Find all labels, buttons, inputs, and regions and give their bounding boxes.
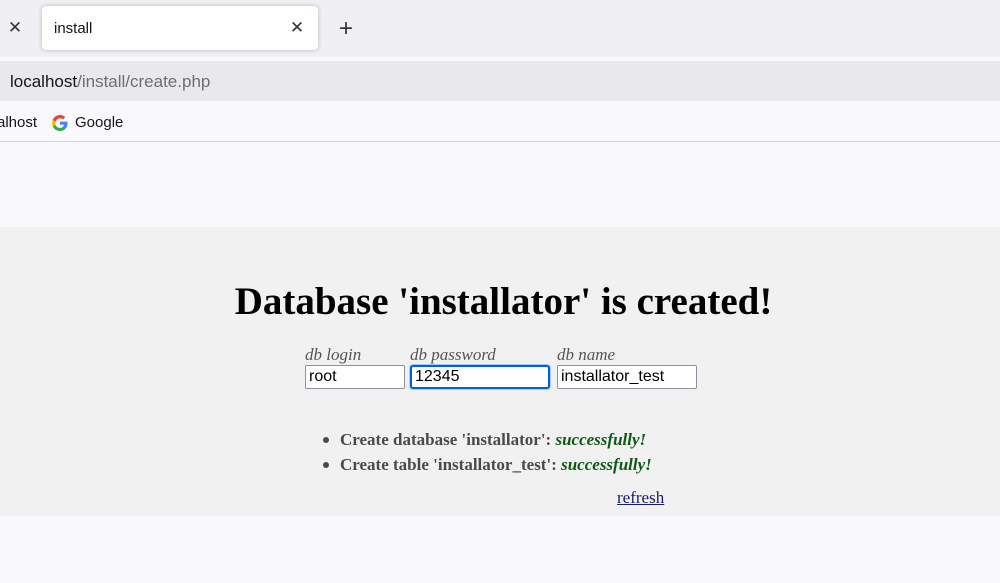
url-host: localhost — [10, 72, 78, 91]
result-status: successfully! — [561, 455, 652, 474]
refresh-link[interactable]: refresh — [617, 488, 664, 508]
install-panel: Database 'installator' is created! db lo… — [0, 227, 1000, 516]
bookmark-google[interactable]: Google — [52, 114, 123, 131]
result-status: successfully! — [555, 430, 647, 449]
bookmark-label: alhost — [0, 114, 38, 131]
result-text: Create table 'installator_test': — [340, 455, 557, 474]
results-list: Create database 'installator': successfu… — [323, 429, 652, 479]
url-text: localhost/install/create.php — [10, 72, 210, 92]
page-title: Database 'installator' is created! — [234, 280, 773, 323]
new-tab-icon[interactable]: + — [335, 17, 357, 41]
result-text: Create database 'installator': — [340, 430, 552, 449]
close-icon[interactable]: ✕ — [6, 19, 24, 37]
bookmark-localhost[interactable]: alhost — [0, 114, 37, 131]
navigation-bar: localhost/install/create.php — [0, 57, 1000, 105]
tab-strip: ✕ install ✕ + — [0, 0, 1000, 57]
db-login-field: db login — [305, 345, 405, 389]
list-item: Create table 'installator_test': success… — [323, 454, 652, 479]
page-viewport: Database 'installator' is created! db lo… — [0, 142, 1000, 583]
tab-title: install — [54, 20, 93, 37]
db-password-label: db password — [410, 345, 496, 364]
close-tab-icon[interactable]: ✕ — [288, 19, 306, 37]
db-name-label: db name — [557, 345, 616, 364]
address-bar[interactable]: localhost/install/create.php — [0, 61, 1000, 101]
bookmark-label: Google — [75, 114, 124, 131]
db-login-input[interactable] — [305, 365, 405, 389]
db-name-input[interactable] — [557, 365, 697, 389]
tab-install[interactable]: install ✕ — [42, 6, 318, 50]
google-icon — [52, 114, 68, 131]
db-password-field: db password — [410, 345, 550, 389]
db-password-input[interactable] — [410, 365, 550, 389]
bullet-icon — [323, 462, 329, 468]
bookmarks-toolbar: alhost Google — [0, 105, 1000, 142]
bullet-icon — [323, 437, 329, 443]
url-path: /install/create.php — [77, 72, 211, 91]
db-login-label: db login — [305, 345, 362, 364]
list-item: Create database 'installator': successfu… — [323, 429, 652, 454]
db-name-field: db name — [557, 345, 697, 389]
